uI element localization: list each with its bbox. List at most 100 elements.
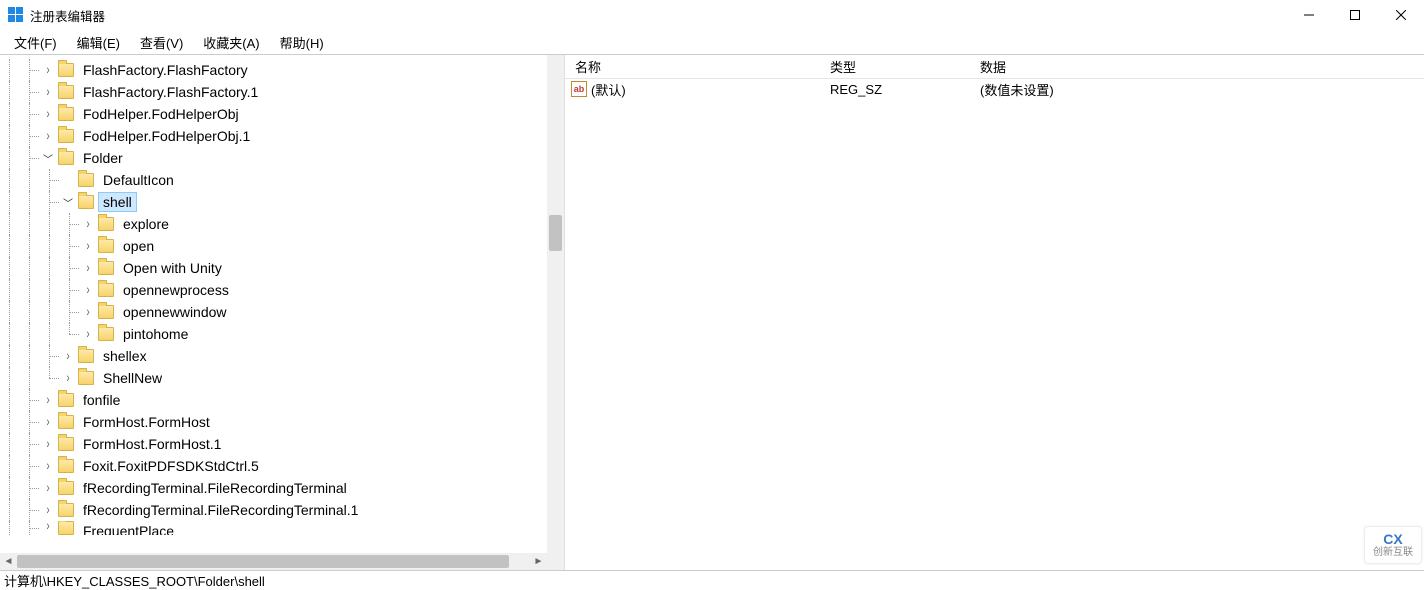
tree-item-label[interactable]: fRecordingTerminal.FileRecordingTerminal — [78, 478, 352, 498]
tree-item[interactable]: › FrequentPlace — [0, 521, 547, 535]
tree-item-label[interactable]: Open with Unity — [118, 258, 227, 278]
tree-item-label[interactable]: DefaultIcon — [98, 170, 179, 190]
tree-item-label[interactable]: fonfile — [78, 390, 125, 410]
list-body[interactable]: ab(默认)REG_SZ(数值未设置) — [565, 79, 1424, 570]
tree-item-label[interactable]: Folder — [78, 148, 128, 168]
tree-view[interactable]: › FlashFactory.FlashFactory › FlashFactory.… — [0, 55, 547, 553]
chevron-right-icon[interactable]: › — [80, 326, 96, 341]
tree-item-label[interactable]: FlashFactory.FlashFactory.1 — [78, 82, 263, 102]
folder-icon — [58, 151, 74, 165]
chevron-right-icon[interactable]: › — [80, 216, 96, 231]
tree-item-label[interactable]: opennewwindow — [118, 302, 232, 322]
folder-icon — [58, 437, 74, 451]
horizontal-scroll-thumb[interactable] — [17, 555, 509, 568]
tree-item[interactable]: › ShellNew — [0, 367, 547, 389]
folder-icon — [98, 305, 114, 319]
tree-item-label[interactable]: opennewprocess — [118, 280, 234, 300]
menu-favorites[interactable]: 收藏夹(A) — [193, 31, 269, 54]
tree-item[interactable]: › FormHost.FormHost — [0, 411, 547, 433]
tree-item[interactable]: › FlashFactory.FlashFactory.1 — [0, 81, 547, 103]
menu-view[interactable]: 查看(V) — [130, 31, 193, 54]
chevron-right-icon[interactable]: › — [40, 480, 56, 495]
chevron-right-icon[interactable]: › — [80, 238, 96, 253]
tree-item-label[interactable]: FormHost.FormHost — [78, 412, 215, 432]
column-type[interactable]: 类型 — [820, 57, 970, 76]
scroll-left-icon[interactable]: ◄ — [0, 556, 17, 567]
tree-item[interactable]: › FormHost.FormHost.1 — [0, 433, 547, 455]
tree-item-label[interactable]: explore — [118, 214, 174, 234]
tree-item-label[interactable]: FodHelper.FodHelperObj.1 — [78, 126, 255, 146]
titlebar: 注册表编辑器 — [0, 0, 1424, 30]
chevron-right-icon[interactable]: › — [40, 392, 56, 407]
folder-icon — [78, 195, 94, 209]
tree-item-label[interactable]: fRecordingTerminal.FileRecordingTerminal… — [78, 500, 363, 520]
vertical-scroll-thumb[interactable] — [549, 215, 562, 251]
chevron-right-icon[interactable]: › — [60, 370, 76, 385]
chevron-down-icon[interactable]: ﹀ — [40, 151, 56, 166]
menu-help[interactable]: 帮助(H) — [270, 31, 334, 54]
column-name[interactable]: 名称 — [565, 57, 820, 76]
horizontal-scrollbar[interactable]: ◄ ► — [0, 553, 547, 570]
menu-file[interactable]: 文件(F) — [4, 31, 67, 54]
chevron-right-icon[interactable]: › — [40, 106, 56, 121]
chevron-right-icon[interactable]: › — [80, 260, 96, 275]
close-button[interactable] — [1378, 0, 1424, 30]
tree-item-label[interactable]: FodHelper.FodHelperObj — [78, 104, 244, 124]
chevron-right-icon[interactable]: › — [40, 414, 56, 429]
tree-item-label[interactable]: Foxit.FoxitPDFSDKStdCtrl.5 — [78, 456, 264, 476]
tree-item-label[interactable]: FlashFactory.FlashFactory — [78, 60, 253, 80]
tree-item-label[interactable]: shellex — [98, 346, 152, 366]
tree-item-label[interactable]: open — [118, 236, 159, 256]
tree-item-label[interactable]: shell — [98, 192, 137, 212]
tree-item[interactable]: ﹀ Folder — [0, 147, 547, 169]
tree-item[interactable]: › Open with Unity — [0, 257, 547, 279]
vertical-scrollbar[interactable] — [547, 55, 564, 553]
chevron-right-icon[interactable]: › — [40, 84, 56, 99]
tree-item[interactable]: DefaultIcon — [0, 169, 547, 191]
chevron-right-icon[interactable]: › — [40, 502, 56, 517]
tree-item[interactable]: › FodHelper.FodHelperObj — [0, 103, 547, 125]
chevron-right-icon[interactable]: › — [40, 128, 56, 143]
menubar: 文件(F) 编辑(E) 查看(V) 收藏夹(A) 帮助(H) — [0, 30, 1424, 54]
tree-item-label[interactable]: pintohome — [118, 324, 193, 344]
chevron-right-icon[interactable]: › — [60, 348, 76, 363]
chevron-right-icon[interactable]: › — [80, 282, 96, 297]
scroll-right-icon[interactable]: ► — [530, 556, 547, 567]
chevron-right-icon[interactable]: › — [40, 458, 56, 473]
tree-item[interactable]: › fRecordingTerminal.FileRecordingTermina… — [0, 499, 547, 521]
tree-item[interactable]: › pintohome — [0, 323, 547, 345]
column-data[interactable]: 数据 — [970, 57, 1424, 76]
tree-item[interactable]: › fonfile — [0, 389, 547, 411]
tree-item-label[interactable]: ShellNew — [98, 368, 167, 388]
chevron-right-icon[interactable]: › — [40, 436, 56, 451]
minimize-button[interactable] — [1286, 0, 1332, 30]
tree-item[interactable]: › opennewwindow — [0, 301, 547, 323]
folder-icon — [78, 371, 94, 385]
folder-icon — [58, 107, 74, 121]
folder-icon — [98, 261, 114, 275]
list-row[interactable]: ab(默认)REG_SZ(数值未设置) — [565, 79, 1424, 99]
maximize-button[interactable] — [1332, 0, 1378, 30]
tree-item[interactable]: › shellex — [0, 345, 547, 367]
tree-item[interactable]: › Foxit.FoxitPDFSDKStdCtrl.5 — [0, 455, 547, 477]
tree-item[interactable]: › open — [0, 235, 547, 257]
watermark-text: 创新互联 — [1373, 547, 1413, 558]
menu-edit[interactable]: 编辑(E) — [67, 31, 130, 54]
folder-icon — [98, 239, 114, 253]
tree-item[interactable]: ﹀ shell — [0, 191, 547, 213]
tree-item-label[interactable]: FormHost.FormHost.1 — [78, 434, 226, 454]
chevron-right-icon[interactable]: › — [40, 521, 56, 534]
tree-item-label[interactable]: FrequentPlace — [78, 521, 179, 535]
tree-item[interactable]: › FodHelper.FodHelperObj.1 — [0, 125, 547, 147]
chevron-down-icon[interactable]: ﹀ — [60, 195, 76, 210]
chevron-right-icon[interactable]: › — [80, 304, 96, 319]
tree-item[interactable]: › explore — [0, 213, 547, 235]
status-path: 计算机\HKEY_CLASSES_ROOT\Folder\shell — [4, 571, 265, 590]
tree-item[interactable]: › fRecordingTerminal.FileRecordingTermina… — [0, 477, 547, 499]
chevron-right-icon[interactable]: › — [40, 62, 56, 77]
tree-item[interactable]: › FlashFactory.FlashFactory — [0, 59, 547, 81]
folder-icon — [98, 217, 114, 231]
list-pane: 名称 类型 数据 ab(默认)REG_SZ(数值未设置) — [565, 55, 1424, 570]
tree-item[interactable]: › opennewprocess — [0, 279, 547, 301]
value-data: (数值未设置) — [970, 80, 1424, 99]
